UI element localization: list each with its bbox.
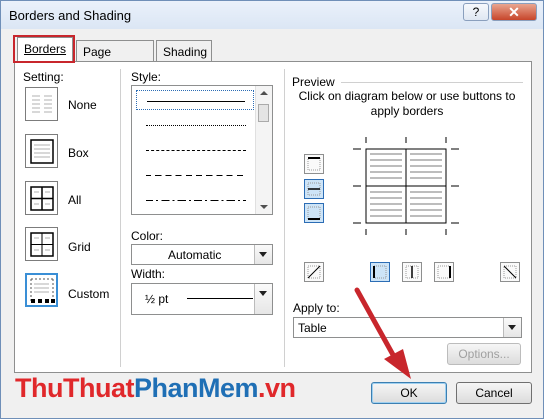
apply-to-value: Table xyxy=(298,321,327,335)
border-all-icon xyxy=(30,186,54,211)
style-option-dash-dot[interactable] xyxy=(136,190,254,210)
border-bottom-icon xyxy=(307,206,321,220)
color-label: Color: xyxy=(131,229,164,243)
left-border-button[interactable] xyxy=(370,262,390,282)
tab-page-border[interactable]: Page Border xyxy=(76,40,154,73)
watermark-part-3: .vn xyxy=(258,373,296,403)
preview-diagram[interactable] xyxy=(353,137,459,235)
setting-custom-label: Custom xyxy=(68,287,110,301)
border-diagonal-down-icon xyxy=(503,265,517,279)
border-box-icon xyxy=(30,139,54,164)
setting-none-label: None xyxy=(68,98,97,112)
border-grid-icon xyxy=(30,232,54,257)
border-none-icon xyxy=(32,95,52,113)
help-button[interactable]: ? xyxy=(463,3,489,21)
width-dropdown[interactable]: ½ pt xyxy=(131,283,273,315)
watermark-part-1: ThuThuat xyxy=(15,373,134,403)
style-option-dashed-small[interactable] xyxy=(136,140,254,160)
setting-label: Setting: xyxy=(23,70,64,84)
setting-grid-button[interactable] xyxy=(25,227,58,261)
style-option-solid[interactable] xyxy=(136,90,254,110)
top-border-button[interactable] xyxy=(304,154,324,174)
setting-all-label: All xyxy=(68,193,82,207)
chevron-down-icon[interactable] xyxy=(254,284,272,314)
color-value: Automatic xyxy=(168,248,222,262)
window-title: Borders and Shading xyxy=(9,8,132,23)
chevron-down-icon[interactable] xyxy=(503,318,521,337)
preview-instruction: Click on diagram below or use buttons to… xyxy=(298,89,516,118)
inside-vertical-border-button[interactable] xyxy=(402,262,422,282)
tab-highlight-box xyxy=(13,35,75,63)
style-option-dotted[interactable] xyxy=(136,115,254,135)
close-button[interactable]: ✕ xyxy=(491,3,537,21)
divider-left xyxy=(120,69,121,367)
style-option-dashed-large[interactable] xyxy=(136,165,254,185)
chevron-down-icon[interactable] xyxy=(254,245,272,264)
style-list[interactable] xyxy=(131,85,273,215)
tab-shading-label: Shading xyxy=(163,45,208,59)
width-sample-line xyxy=(187,298,253,299)
scroll-up-icon[interactable] xyxy=(260,91,268,95)
title-bar: Borders and Shading ? ✕ xyxy=(1,1,543,29)
setting-none-button[interactable] xyxy=(25,87,58,121)
border-top-icon xyxy=(307,157,321,171)
border-inside-vertical-icon xyxy=(405,265,419,279)
color-dropdown[interactable]: Automatic xyxy=(131,244,273,265)
watermark-part-2: PhanMem xyxy=(133,373,259,403)
border-right-icon xyxy=(437,265,451,279)
style-label: Style: xyxy=(131,70,162,84)
inside-horizontal-border-button[interactable] xyxy=(304,179,324,199)
width-label: Width: xyxy=(131,267,166,281)
apply-to-label: Apply to: xyxy=(293,301,340,315)
cancel-button[interactable]: Cancel xyxy=(456,382,532,404)
diagonal-up-border-button[interactable] xyxy=(500,262,520,282)
border-diagonal-up-icon xyxy=(307,265,321,279)
border-inside-horizontal-icon xyxy=(307,182,321,196)
scroll-thumb[interactable] xyxy=(258,104,269,122)
tab-shading[interactable]: Shading xyxy=(156,40,212,61)
setting-custom-button[interactable] xyxy=(25,273,58,307)
setting-box-button[interactable] xyxy=(25,134,58,168)
divider-right xyxy=(284,69,285,367)
setting-grid-label: Grid xyxy=(68,240,91,254)
scroll-down-icon[interactable] xyxy=(260,205,268,209)
borders-and-shading-dialog: Borders and Shading ? ✕ Borders Page Bor… xyxy=(0,0,544,419)
apply-to-dropdown[interactable]: Table xyxy=(293,317,522,338)
preview-label: Preview xyxy=(292,75,335,89)
options-button[interactable]: Options... xyxy=(447,343,521,365)
watermark-logo: ThuThuatPhanMem.vn xyxy=(15,373,296,404)
width-value: ½ pt xyxy=(145,292,169,306)
preview-group-line xyxy=(341,82,523,83)
ok-button[interactable]: OK xyxy=(371,382,447,404)
diagonal-down-border-button[interactable] xyxy=(304,262,324,282)
setting-box-label: Box xyxy=(68,146,89,160)
style-list-scrollbar[interactable] xyxy=(255,86,272,214)
setting-all-button[interactable] xyxy=(25,181,58,215)
right-border-button[interactable] xyxy=(434,262,454,282)
bottom-border-button[interactable] xyxy=(304,203,324,223)
border-custom-icon xyxy=(30,278,55,303)
border-left-icon xyxy=(373,265,387,279)
